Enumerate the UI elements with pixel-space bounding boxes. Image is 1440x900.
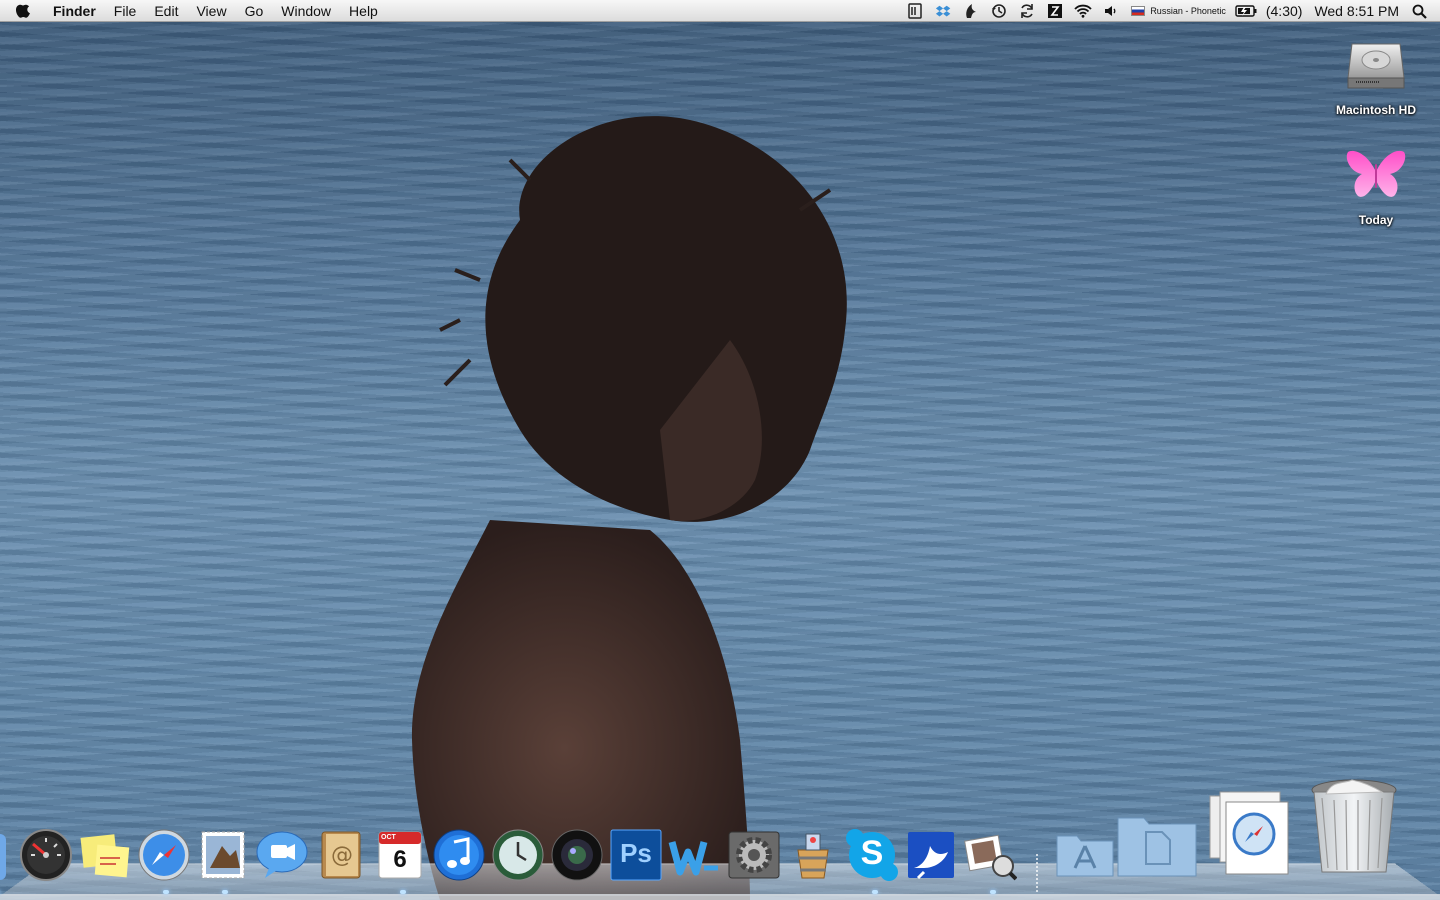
running-indicator [990,890,996,894]
sync-icon[interactable] [1016,0,1038,22]
dock-word[interactable] [668,828,722,882]
svg-text:@: @ [331,843,353,868]
bird-feather-icon [904,832,958,886]
sticky-notes-icon [78,834,132,886]
wifi-icon[interactable] [1072,0,1094,22]
calendar-day: 6 [393,846,407,873]
hard-drive-icon [1344,43,1408,98]
desktop-icon-label: Macintosh HD [1335,103,1416,117]
menu-file[interactable]: File [105,0,146,22]
dock-dashboard[interactable] [19,828,73,882]
running-indicator [400,890,406,894]
dock-address-book[interactable]: @ [314,828,368,882]
dock-separator [1036,854,1038,892]
dock-itunes[interactable] [432,828,486,882]
battery-icon[interactable] [1235,0,1257,22]
dock-time-machine[interactable] [491,828,545,882]
documents-folder-icon [1116,817,1198,882]
running-indicator [222,890,228,894]
skype-label: S [860,834,884,872]
input-source-menu[interactable]: Russian - Phonetic [1125,6,1232,16]
dock-downloads-stack[interactable] [1208,788,1292,878]
applications-folder-icon [1055,835,1115,882]
desktop-icon-today[interactable]: Today [1326,146,1426,227]
menu-go[interactable]: Go [236,0,273,22]
dropbox-icon[interactable] [932,0,954,22]
menu-bar: Finder File Edit View Go Window Help Rus… [0,0,1440,22]
camera-lens-icon [550,829,604,886]
battery-time[interactable]: (4:30) [1260,3,1309,19]
finder-icon [0,834,10,888]
desktop-wallpaper [0,0,1440,900]
butterfly-icon [1344,150,1408,208]
time-machine-clock-icon [491,829,545,886]
dock-safari[interactable] [137,828,191,882]
photoshop-icon [609,829,663,886]
clock[interactable]: Wed 8:51 PM [1308,3,1405,19]
trash-can-icon [1306,779,1402,882]
dock-ical[interactable]: OCT 6 [373,828,427,882]
dock-preview[interactable] [963,828,1018,882]
desktop-icon-macintosh-hd[interactable]: Macintosh HD [1326,30,1426,117]
volume-icon[interactable] [1100,0,1122,22]
dock-applications-folder[interactable] [1055,826,1115,878]
menu-window[interactable]: Window [272,0,340,22]
russian-flag-icon [1131,6,1146,16]
time-machine-icon[interactable] [988,0,1010,22]
dashboard-gauge-icon [19,829,73,886]
dock-system-preferences[interactable] [727,828,781,882]
desktop-icon-label: Today [1358,213,1394,227]
input-source-label: Russian - Phonetic [1150,6,1226,16]
itunes-note-icon [432,829,486,886]
safari-compass-icon [137,829,191,886]
ichat-bubble-icon [255,831,309,886]
dock-trash[interactable] [1306,774,1402,878]
dock-stickies[interactable] [78,828,132,882]
dock-photoshop[interactable]: Ps [609,828,663,882]
menu-edit[interactable]: Edit [145,0,187,22]
dock-finder[interactable] [0,830,10,884]
dock-cider[interactable] [786,828,840,882]
menu-view[interactable]: View [187,0,235,22]
menu-extras: Russian - Phonetic (4:30) Wed 8:51 PM [901,0,1440,22]
dock-mail[interactable] [196,828,250,882]
script-menu-icon[interactable] [904,0,926,22]
dock-ichat[interactable] [255,828,309,882]
preview-photos-icon [963,834,1018,886]
word-w-icon [668,841,722,886]
dock-front-edge [0,894,1440,900]
running-indicator [872,890,878,894]
menu-app-finder[interactable]: Finder [44,0,105,22]
growl-claw-icon[interactable] [960,0,982,22]
mail-stamp-icon [196,831,250,886]
apple-logo-icon [14,0,30,21]
menu-help[interactable]: Help [340,0,387,22]
running-indicator [163,890,169,894]
wooden-bucket-icon [786,833,840,886]
calendar-month: OCT [381,834,396,841]
wallpaper-child-silhouette [411,116,847,900]
apple-menu[interactable] [0,0,44,22]
dock-photo-booth[interactable] [550,828,604,882]
dock-skype[interactable]: S [845,828,899,882]
spaces-icon[interactable] [1044,0,1066,22]
gear-icon [727,831,781,886]
dock-documents-folder[interactable] [1116,810,1198,878]
downloads-stack-icon [1208,791,1292,882]
photoshop-label: Ps [620,838,652,868]
spotlight-search-icon[interactable] [1408,0,1430,22]
dock-dictionary[interactable] [904,828,958,882]
address-book-icon: @ [314,831,368,886]
